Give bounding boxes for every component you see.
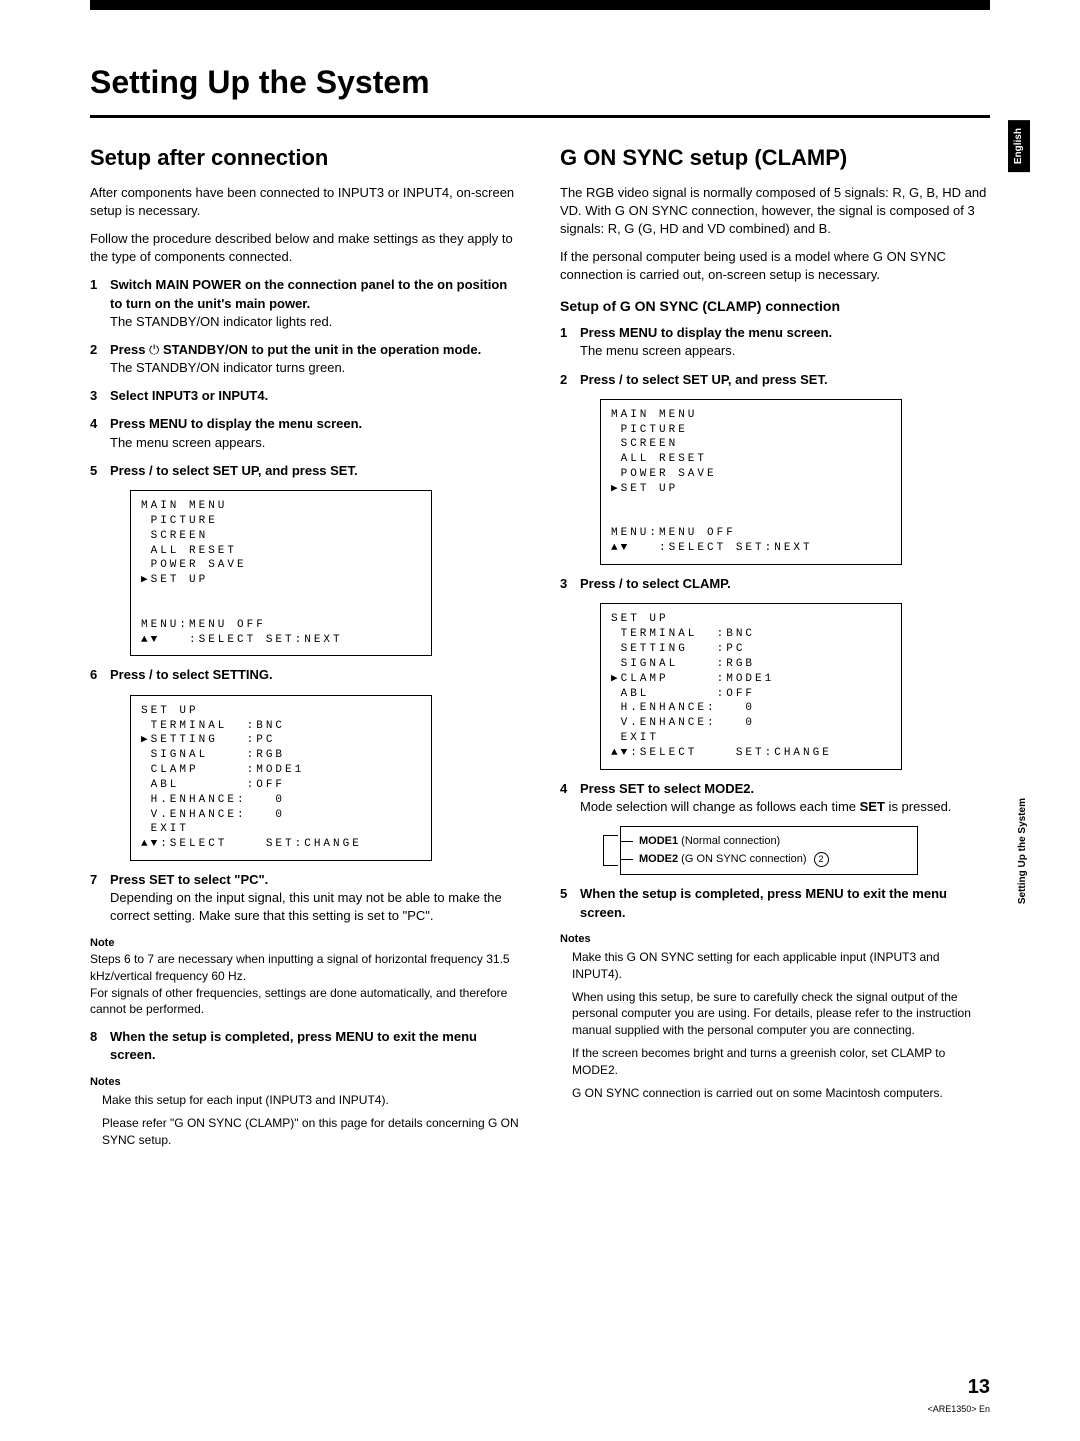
steps-list: 5 When the setup is completed, press MEN… (560, 885, 990, 921)
heading-setup-after-connection: Setup after connection (90, 143, 520, 174)
steps-list: 6 Press / to select SETTING. (90, 666, 520, 684)
steps-list: 8 When the setup is completed, press MEN… (90, 1028, 520, 1064)
step-text: The STANDBY/ON indicator lights red. (110, 314, 332, 329)
step-text: Select INPUT3 or INPUT4. (110, 388, 268, 403)
intro-text: Follow the procedure described below and… (90, 230, 520, 266)
steps-list: 1 Press MENU to display the menu screen.… (560, 324, 990, 389)
intro-text: The RGB video signal is normally compose… (560, 184, 990, 239)
side-tab-section: Setting Up the System (1016, 790, 1030, 912)
mode2-label: MODE2 (639, 853, 678, 865)
doc-code: <ARE1350> En (927, 1403, 990, 1416)
step-number: 8 (90, 1028, 110, 1064)
step-text: Depending on the input signal, this unit… (110, 890, 502, 923)
step-text: Press SET to select "PC". (110, 872, 268, 887)
note-item: When using this setup, be sure to carefu… (572, 989, 990, 1039)
onscreen-menu-setup: SET UP TERMINAL :BNC SETTING :PC SIGNAL … (600, 603, 902, 769)
note-item: If the screen becomes bright and turns a… (572, 1045, 990, 1079)
note-item: G ON SYNC connection is carried out on s… (572, 1085, 990, 1102)
step-number: 2 (90, 341, 110, 377)
step-number: 1 (90, 276, 110, 331)
step-text: When the setup is completed, press MENU … (580, 886, 947, 919)
step-text: The menu screen appears. (580, 343, 735, 358)
step-number: 5 (90, 462, 110, 480)
step-number: 2 (560, 371, 580, 389)
step-text: Press / to select CLAMP. (580, 576, 731, 591)
intro-text: If the personal computer being used is a… (560, 248, 990, 284)
step-text: Press STANDBY/ON to put the unit in the … (110, 342, 481, 357)
step-text: Press MENU to display the menu screen. (580, 325, 832, 340)
power-icon (149, 342, 159, 357)
step-number: 4 (90, 415, 110, 451)
note-label: Note (90, 936, 520, 951)
notes-list: Make this G ON SYNC setting for each app… (560, 949, 990, 1101)
note-item: Make this setup for each input (INPUT3 a… (102, 1092, 520, 1109)
right-column: G ON SYNC setup (CLAMP) The RGB video si… (560, 143, 990, 1155)
steps-list: 4 Press SET to select MODE2. Mode select… (560, 780, 990, 816)
note-item: Please refer "G ON SYNC (CLAMP)" on this… (102, 1115, 520, 1149)
circled-number: 2 (814, 852, 829, 867)
steps-list: 3 Press / to select CLAMP. (560, 575, 990, 593)
step-number: 6 (90, 666, 110, 684)
loop-line (603, 835, 618, 866)
step-text: Mode selection will change as follows ea… (580, 799, 951, 814)
step-number: 1 (560, 324, 580, 360)
step-text: Switch MAIN POWER on the connection pane… (110, 277, 507, 310)
heading-g-on-sync: G ON SYNC setup (CLAMP) (560, 143, 990, 174)
side-tab-language: English (1008, 120, 1030, 172)
step-text: Press / to select SETTING. (110, 667, 273, 682)
title-rule (90, 115, 990, 118)
notes-list: Make this setup for each input (INPUT3 a… (90, 1092, 520, 1148)
top-bar (90, 0, 990, 10)
step-text: When the setup is completed, press MENU … (110, 1029, 477, 1062)
mode-cycle-box: MODE1 (Normal connection) MODE2 (G ON SY… (620, 826, 918, 875)
note-text: For signals of other frequencies, settin… (90, 985, 520, 1019)
step-text: Press MENU to display the menu screen. (110, 416, 362, 431)
left-column: Setup after connection After components … (90, 143, 520, 1155)
steps-list: 1 Switch MAIN POWER on the connection pa… (90, 276, 520, 480)
step-text: Press / to select SET UP, and press SET. (110, 463, 358, 478)
mode1-desc: (Normal connection) (678, 835, 780, 847)
notes-label: Notes (90, 1075, 520, 1090)
onscreen-menu-main: MAIN MENU PICTURE SCREEN ALL RESET POWER… (600, 399, 902, 565)
note-text: Steps 6 to 7 are necessary when inputtin… (90, 951, 520, 985)
step-number: 4 (560, 780, 580, 816)
page-number: 13 (968, 1373, 990, 1401)
mode2-desc: (G ON SYNC connection) (678, 853, 809, 865)
step-text: The menu screen appears. (110, 435, 265, 450)
step-text: Press / to select SET UP, and press SET. (580, 372, 828, 387)
page-title: Setting Up the System (90, 60, 990, 105)
onscreen-menu-setup: SET UP TERMINAL :BNC ▶SETTING :PC SIGNAL… (130, 695, 432, 861)
step-number: 7 (90, 871, 110, 926)
steps-list: 7 Press SET to select "PC". Depending on… (90, 871, 520, 926)
intro-text: After components have been connected to … (90, 184, 520, 220)
step-text: Press SET to select MODE2. (580, 781, 754, 796)
subheading: Setup of G ON SYNC (CLAMP) connection (560, 297, 990, 317)
step-text: The STANDBY/ON indicator turns green. (110, 360, 345, 375)
step-number: 5 (560, 885, 580, 921)
step-number: 3 (560, 575, 580, 593)
mode1-label: MODE1 (639, 835, 678, 847)
step-number: 3 (90, 387, 110, 405)
notes-label: Notes (560, 932, 990, 947)
onscreen-menu-main: MAIN MENU PICTURE SCREEN ALL RESET POWER… (130, 490, 432, 656)
note-item: Make this G ON SYNC setting for each app… (572, 949, 990, 983)
